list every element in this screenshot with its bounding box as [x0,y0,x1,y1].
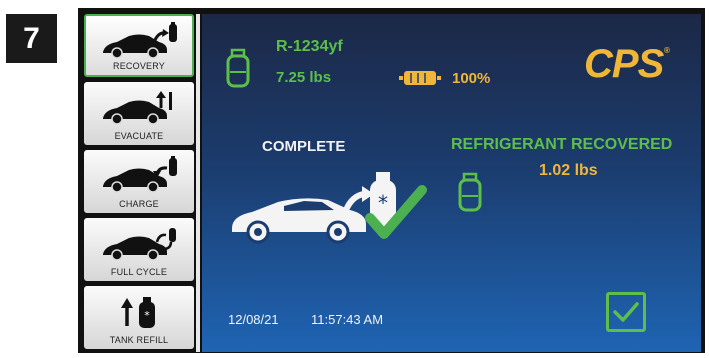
sidebar-item-charge[interactable]: CHARGE [84,150,194,213]
svg-text:*: * [144,309,150,322]
tank-weight: 7.25 lbs [276,69,332,86]
car-evacuate-icon [84,88,194,126]
sidebar-item-label: FULL CYCLE [110,267,168,277]
tank-refill-icon: * [84,292,194,330]
svg-text:*: * [378,191,388,215]
brand-logo: CPS [584,42,664,86]
sidebar-item-label: RECOVERY [113,61,165,71]
sidebar-item-evacuate[interactable]: EVACUATE [84,82,194,145]
sidebar-item-label: TANK REFILL [109,335,169,345]
step-number-badge: 7 [6,14,57,63]
confirm-checkbox-button[interactable] [606,292,646,332]
battery-percent: 100% [452,70,491,87]
mode-sidebar: RECOVERY EVACUATE CHARGE FULL CYCLE * TA… [84,14,194,352]
car-charge-icon [84,156,194,194]
refrigerant-type: R-1234yf [276,38,343,55]
sidebar-item-full-cycle[interactable]: FULL CYCLE [84,218,194,281]
car-full-cycle-icon [84,224,194,262]
sidebar-item-label: CHARGE [119,199,159,209]
registered-mark: ® [664,46,670,55]
status-text: COMPLETE [262,138,346,155]
sidebar-item-label: EVACUATE [114,131,164,141]
recovered-amount: 1.02 lbs [539,162,598,179]
car-recovery-icon [86,22,192,60]
sidebar-item-tank-refill[interactable]: * TANK REFILL [84,286,194,349]
sidebar-divider [196,14,200,352]
battery-icon [399,71,441,85]
tank-icon [226,48,250,88]
recovered-tank-icon [458,172,482,212]
sidebar-item-recovery[interactable]: RECOVERY [84,14,194,77]
main-screen: R-1234yf 7.25 lbs 100% CPS ® COMPLETE RE… [202,14,701,352]
footer-time: 11:57:43 AM [311,312,384,327]
footer-date: 12/08/21 [228,312,279,327]
recovered-title: REFRIGERANT RECOVERED [451,136,673,153]
checkmark-icon [613,302,639,322]
recovery-complete-illustration: * [232,172,427,244]
